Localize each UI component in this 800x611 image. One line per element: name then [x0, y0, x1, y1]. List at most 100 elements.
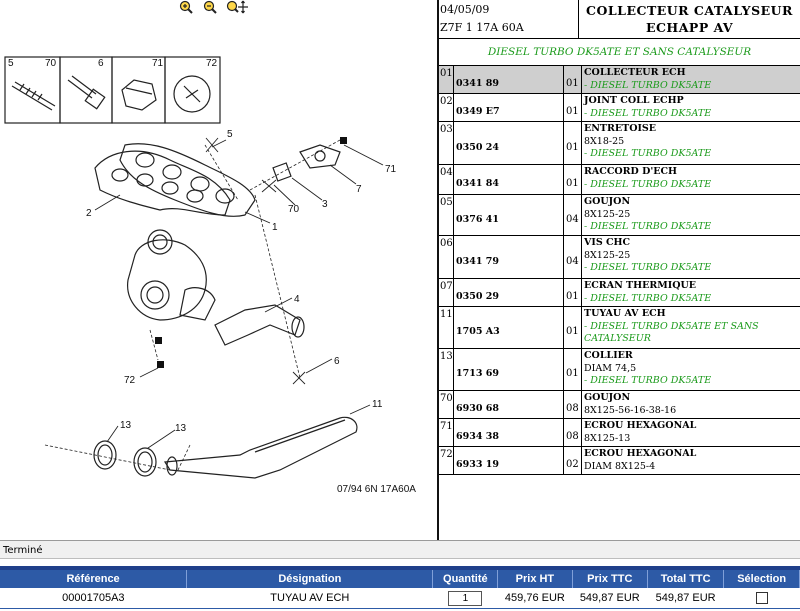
cart-table: Référence Désignation Quantité Prix HT P…: [0, 570, 800, 609]
part-ref[interactable]: 0376 41: [456, 214, 499, 225]
part-rep: 71: [440, 421, 453, 432]
cart-prix-ttc: 549,87 EUR: [572, 588, 648, 609]
exploded-view-drawing: 5 70 6 71 72 5 71 7 3 70 2 1 4 6 72 13 1…: [4, 56, 416, 495]
part-ref[interactable]: 0349 E7: [456, 106, 500, 117]
part-name: ENTRETOISE: [584, 123, 657, 134]
part-name: GOUJON: [584, 196, 631, 207]
part-detail: - DIESEL TURBO DK5ATE: [584, 221, 712, 232]
cart-prix-ht: 459,76 EUR: [497, 588, 573, 609]
callout-label: 11: [372, 399, 383, 410]
cart-total-ttc: 549,87 EUR: [647, 588, 724, 609]
part-description: ECROU HEXAGONAL DIAM 8X125-4: [584, 448, 798, 473]
part-name: ECROU HEXAGONAL: [584, 448, 697, 459]
part-qty: 01: [566, 142, 579, 153]
parts-row[interactable]: 02 0349 E7 01 JOINT COLL ECHP - DIESEL TURBO…: [439, 94, 800, 122]
callout-label: 7: [356, 184, 362, 195]
part-ref[interactable]: 0341 84: [456, 178, 499, 189]
callout-label: 13: [175, 423, 187, 434]
part-detail: - DIESEL TURBO DK5ATE: [584, 262, 712, 273]
part-rep: 07: [440, 281, 453, 292]
callout-label: 6: [334, 356, 340, 367]
part-ref[interactable]: 0341 89: [456, 78, 499, 89]
part-name: COLLIER: [584, 350, 633, 361]
part-rep: 05: [440, 197, 453, 208]
parts-row[interactable]: 71 6934 38 08 ECROU HEXAGONAL 8X125-13: [439, 419, 800, 447]
cart-select-cell: [723, 588, 800, 609]
col-quantite: Quantité: [432, 570, 499, 588]
part-detail: - DIESEL TURBO DK5ATE: [584, 148, 712, 159]
part-qty: 01: [566, 291, 579, 302]
parts-row[interactable]: 11 1705 A3 01 TUYAU AV ECH - DIESEL TURBO DK…: [439, 307, 800, 349]
parts-row[interactable]: 06 0341 79 04 VIS CHC 8X125-25- DIESEL TURBO…: [439, 236, 800, 279]
parts-row[interactable]: 04 0341 84 01 RACCORD D'ECH - DIESEL TURBO D…: [439, 165, 800, 195]
part-ref[interactable]: 0350 24: [456, 142, 499, 153]
diagram-footer: 07/94 6N 17A60A: [337, 484, 416, 495]
parts-row[interactable]: 07 0350 29 01 ECRAN THERMIQUE - DIESEL TURBO…: [439, 279, 800, 307]
callout-label: 2: [86, 208, 92, 219]
part-qty: 02: [566, 459, 579, 470]
parts-list-panel: 04/05/09 Z7F 1 17A 60A COLLECTEUR CATALY…: [439, 0, 800, 540]
table-row: 00001705A3 TUYAU AV ECH 1 459,76 EUR 549…: [0, 588, 800, 609]
quantity-input[interactable]: 1: [448, 590, 483, 606]
part-detail: - DIESEL TURBO DK5ATE: [584, 292, 712, 304]
part-qty: 01: [566, 368, 579, 379]
part-detail: - DIESEL TURBO DK5ATE ET SANS: [584, 320, 759, 332]
part-rep: 11: [440, 309, 453, 320]
part-qty: 01: [566, 106, 579, 117]
part-name: TUYAU AV ECH: [584, 308, 666, 319]
parts-diagram[interactable]: 5 70 6 71 72 5 71 7 3 70 2 1 4 6 72 13 1…: [0, 0, 437, 540]
part-name: RACCORD D'ECH: [584, 166, 678, 177]
part-detail: 8X125-25: [584, 208, 631, 220]
callout-label: 72: [206, 58, 218, 69]
part-name: COLLECTEUR ECH: [584, 67, 686, 78]
parts-row[interactable]: 03 0350 24 01 ENTRETOISE 8X18-25- DIESEL TUR…: [439, 122, 800, 165]
part-detail: 8X18-25: [584, 135, 625, 147]
part-qty: 01: [566, 326, 579, 337]
part-qty: 08: [566, 403, 579, 414]
part-description: ENTRETOISE 8X18-25- DIESEL TURBO DK5ATE: [584, 123, 798, 161]
parts-row[interactable]: 70 6930 68 08 GOUJON 8X125-56-16-38-16: [439, 391, 800, 419]
part-qty: 01: [566, 178, 579, 189]
part-rep: 72: [440, 449, 453, 460]
page-title: COLLECTEUR CATALYSEUR ECHAPP AV: [579, 2, 800, 36]
part-ref[interactable]: 0350 29: [456, 291, 499, 302]
parts-row[interactable]: 01 0341 89 01 COLLECTEUR ECH - DIESEL TURBO …: [439, 66, 800, 94]
part-ref[interactable]: 1713 69: [456, 368, 499, 379]
callout-label: 5: [227, 129, 233, 140]
callout-label: 1: [272, 222, 278, 233]
part-ref[interactable]: 6933 19: [456, 459, 499, 470]
part-ref[interactable]: 0341 79: [456, 256, 499, 267]
part-qty: 08: [566, 431, 579, 442]
parts-header: 04/05/09 Z7F 1 17A 60A COLLECTEUR CATALY…: [439, 0, 800, 39]
part-detail: 8X125-56-16-38-16: [584, 404, 677, 416]
part-description: RACCORD D'ECH - DIESEL TURBO DK5ATE: [584, 166, 798, 191]
part-name: ECROU HEXAGONAL: [584, 420, 697, 431]
header-date: 04/05/09: [440, 3, 490, 16]
part-description: GOUJON 8X125-25- DIESEL TURBO DK5ATE: [584, 196, 798, 234]
parts-row[interactable]: 05 0376 41 04 GOUJON 8X125-25- DIESEL TURBO …: [439, 195, 800, 236]
part-detail: 8X125-25: [584, 249, 631, 261]
parts-row[interactable]: 72 6933 19 02 ECROU HEXAGONAL DIAM 8X125-4: [439, 447, 800, 475]
part-detail: 8X125-13: [584, 432, 631, 444]
part-rep: 13: [440, 351, 453, 362]
callout-label: 6: [98, 58, 104, 69]
part-description: ECROU HEXAGONAL 8X125-13: [584, 420, 798, 445]
part-detail: DIAM 74,5: [584, 362, 637, 374]
part-ref[interactable]: 6934 38: [456, 431, 499, 442]
part-description: JOINT COLL ECHP - DIESEL TURBO DK5ATE: [584, 95, 798, 120]
cart-ref: 00001705A3: [0, 588, 187, 609]
select-checkbox[interactable]: [755, 592, 768, 605]
part-rep: 02: [440, 96, 453, 107]
cart-panel: Référence Désignation Quantité Prix HT P…: [0, 566, 800, 611]
part-detail: CATALYSEUR: [584, 333, 651, 344]
part-rep: 04: [440, 167, 453, 178]
callout-label: 72: [124, 375, 136, 386]
part-name: JOINT COLL ECHP: [584, 95, 684, 106]
part-ref[interactable]: 6930 68: [456, 403, 499, 414]
part-description: TUYAU AV ECH - DIESEL TURBO DK5ATE ET SAN…: [584, 308, 798, 346]
col-prix-ttc: Prix TTC: [572, 570, 648, 588]
part-ref[interactable]: 1705 A3: [456, 326, 500, 337]
parts-row[interactable]: 13 1713 69 01 COLLIER DIAM 74,5- DIESEL TURB…: [439, 349, 800, 391]
part-name: VIS CHC: [584, 237, 631, 248]
col-reference: Référence: [0, 570, 188, 588]
